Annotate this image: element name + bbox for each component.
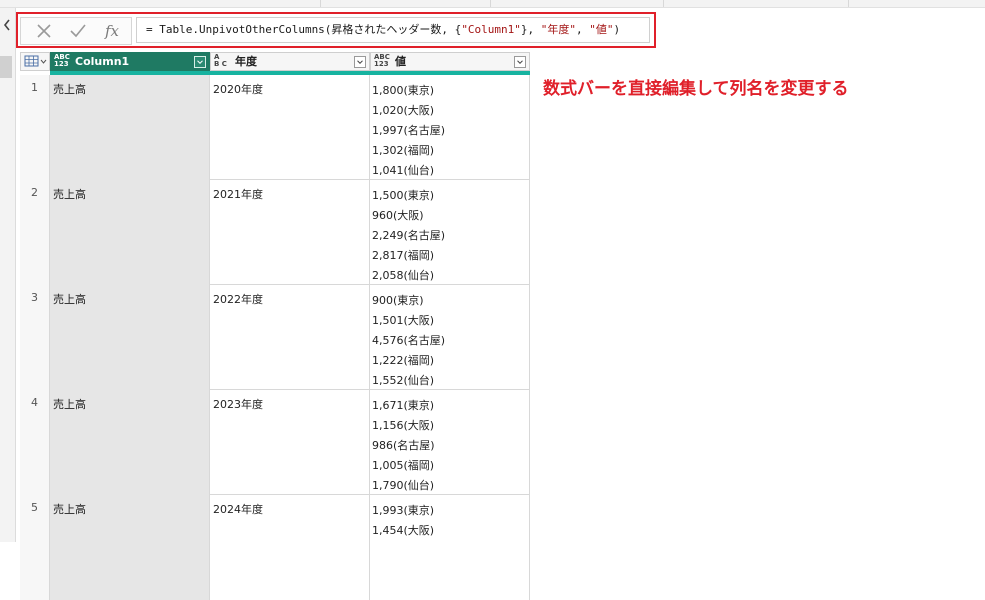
column-header-label: Column1 xyxy=(75,55,130,68)
annotation-callout: 数式バーを直接編集して列名を変更する xyxy=(543,79,849,99)
formula-string-value: "値" xyxy=(589,23,614,36)
cell-value-line: 1,020(大阪) xyxy=(372,104,435,117)
cell-value-line: 2,058(仙台) xyxy=(372,269,435,282)
formula-bar-buttons: fx xyxy=(20,17,132,45)
cell-value-line: 1,041(仙台) xyxy=(372,164,435,177)
cell-value-line: 1,552(仙台) xyxy=(372,374,435,387)
table-row: 2 売上高 2021年度 1,500(東京) 960(大阪) 2,249(名古屋… xyxy=(20,180,530,285)
formula-middle: }, xyxy=(520,23,541,36)
table-cell[interactable]: 2022年度 xyxy=(210,285,370,390)
cell-value-line: 1,671(東京) xyxy=(372,399,435,412)
cell-value-line: 1,993(東京) xyxy=(372,504,435,517)
formula-string-attribute: "年度" xyxy=(540,23,577,36)
commit-formula-icon[interactable] xyxy=(69,22,87,40)
column-header-label: 年度 xyxy=(235,55,257,68)
filter-dropdown-icon[interactable] xyxy=(194,56,206,68)
table-cell[interactable]: 2020年度 xyxy=(210,75,370,180)
cell-value-line: 1,800(東京) xyxy=(372,84,435,97)
formula-suffix: ) xyxy=(613,23,621,36)
table-cell[interactable]: 2021年度 xyxy=(210,180,370,285)
table-cell-values[interactable]: 900(東京) 1,501(大阪) 4,576(名古屋) 1,222(福岡) 1… xyxy=(370,285,530,390)
query-rail-item[interactable] xyxy=(0,56,12,78)
ribbon-separator xyxy=(490,0,491,7)
table-menu-button[interactable] xyxy=(20,52,50,71)
row-number[interactable]: 4 xyxy=(20,390,50,495)
cell-value-line: 1,005(福岡) xyxy=(372,459,435,472)
cell-value-line: 1,156(大阪) xyxy=(372,419,435,432)
cell-value-line: 2,249(名古屋) xyxy=(372,229,446,242)
ribbon-separator xyxy=(663,0,664,7)
row-number[interactable]: 3 xyxy=(20,285,50,390)
cell-value-line: 1,500(東京) xyxy=(372,189,435,202)
table-cell[interactable]: 売上高 xyxy=(50,495,210,600)
table-row: 4 売上高 2023年度 1,671(東京) 1,156(大阪) 986(名古屋… xyxy=(20,390,530,495)
column-header-label: 値 xyxy=(395,55,406,68)
type-any-icon: ABC 123 xyxy=(54,53,70,68)
table-cell[interactable]: 売上高 xyxy=(50,180,210,285)
cell-value-line: 900(東京) xyxy=(372,294,424,307)
table-cell-values[interactable]: 1,993(東京) 1,454(大阪) xyxy=(370,495,530,600)
table-cell-values[interactable]: 1,800(東京) 1,020(大阪) 1,997(名古屋) 1,302(福岡)… xyxy=(370,75,530,180)
table-cell[interactable]: 2023年度 xyxy=(210,390,370,495)
ribbon-separator xyxy=(848,0,849,7)
table-row: 5 売上高 2024年度 1,993(東京) 1,454(大阪) xyxy=(20,495,530,600)
queries-pane-collapsed[interactable] xyxy=(0,8,16,542)
filter-dropdown-icon[interactable] xyxy=(514,56,526,68)
formula-input[interactable]: = Table.UnpivotOtherColumns(昇格されたヘッダー数, … xyxy=(136,17,650,43)
table-cell[interactable]: 2024年度 xyxy=(210,495,370,600)
table-icon xyxy=(24,55,47,67)
ribbon-strip xyxy=(0,0,985,8)
ribbon-separator xyxy=(320,0,321,7)
table-cell-values[interactable]: 1,500(東京) 960(大阪) 2,249(名古屋) 2,817(福岡) 2… xyxy=(370,180,530,285)
cancel-formula-icon[interactable] xyxy=(35,22,53,40)
chevron-left-icon[interactable] xyxy=(2,18,12,32)
table-cell[interactable]: 売上高 xyxy=(50,75,210,180)
column-header-year[interactable]: AB C 年度 xyxy=(210,52,370,71)
cell-value-line: 986(名古屋) xyxy=(372,439,435,452)
column-header-value[interactable]: ABC 123 値 xyxy=(210,52,530,74)
table-row: 1 売上高 2020年度 1,800(東京) 1,020(大阪) 1,997(名… xyxy=(20,75,530,180)
row-number[interactable]: 5 xyxy=(20,495,50,600)
formula-prefix: = Table.UnpivotOtherColumns(昇格されたヘッダー数, … xyxy=(146,23,462,36)
cell-value-line: 1,790(仙台) xyxy=(372,479,435,492)
column-header-column1[interactable]: ABC 123 Column1 xyxy=(50,52,210,71)
cell-value-line: 2,817(福岡) xyxy=(372,249,435,262)
type-text-icon: AB C xyxy=(214,53,227,68)
table-row: 3 売上高 2022年度 900(東京) 1,501(大阪) 4,576(名古屋… xyxy=(20,285,530,390)
cell-value-line: 1,454(大阪) xyxy=(372,524,435,537)
table-cell-values[interactable]: 1,671(東京) 1,156(大阪) 986(名古屋) 1,005(福岡) 1… xyxy=(370,390,530,495)
fx-icon[interactable]: fx xyxy=(105,22,125,40)
cell-value-line: 4,576(名古屋) xyxy=(372,334,446,347)
filter-dropdown-icon[interactable] xyxy=(354,56,366,68)
formula-string-column: "Column1" xyxy=(461,23,521,36)
cell-value-line: 1,997(名古屋) xyxy=(372,124,446,137)
cell-value-line: 960(大阪) xyxy=(372,209,424,222)
cell-value-line: 1,501(大阪) xyxy=(372,314,435,327)
cell-value-line: 1,302(福岡) xyxy=(372,144,435,157)
type-any-icon: ABC 123 xyxy=(374,53,390,68)
row-number[interactable]: 2 xyxy=(20,180,50,285)
formula-bar-highlight: fx = Table.UnpivotOtherColumns(昇格されたヘッダー… xyxy=(16,12,656,48)
cell-value-line: 1,222(福岡) xyxy=(372,354,435,367)
table-cell[interactable]: 売上高 xyxy=(50,390,210,495)
formula-comma: , xyxy=(576,23,590,36)
row-number[interactable]: 1 xyxy=(20,75,50,180)
table-cell[interactable]: 売上高 xyxy=(50,285,210,390)
